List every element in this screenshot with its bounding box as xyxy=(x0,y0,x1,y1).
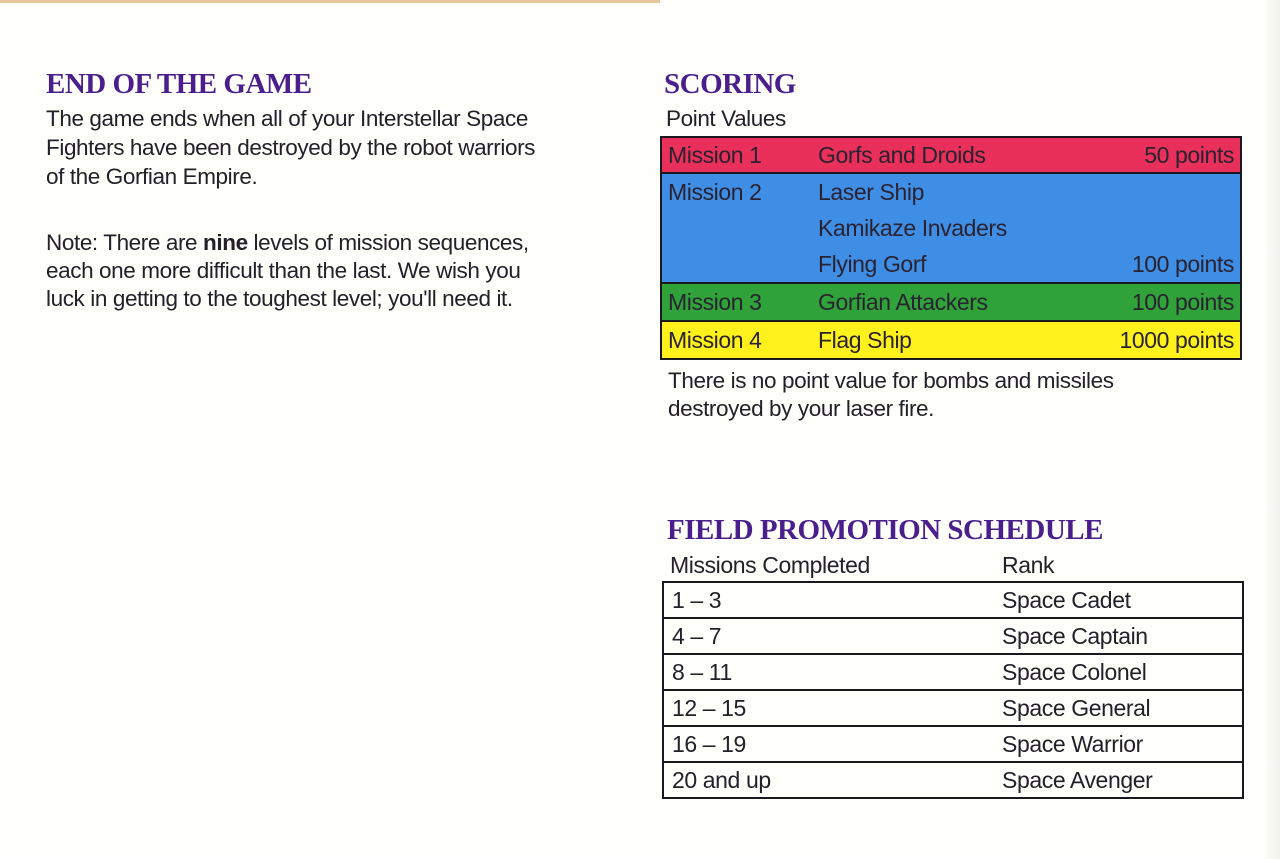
point-values-label: Point Values xyxy=(666,106,786,131)
scoring-row: Mission 1 Gorfs and Droids 50 points xyxy=(662,138,1240,172)
points-value: 100 points xyxy=(1131,289,1235,315)
rank-value: Space Captain xyxy=(1002,623,1148,649)
page-top-stripe xyxy=(0,0,660,3)
note-prefix: Note: There are xyxy=(46,230,204,255)
scoring-heading: SCORING xyxy=(664,68,796,100)
mission-label: Mission 1 xyxy=(668,142,762,168)
promotion-row: 20 and up Space Avenger xyxy=(664,761,1242,797)
promotion-row: 12 – 15 Space General xyxy=(664,689,1242,725)
points-value: 50 points xyxy=(1144,142,1234,168)
end-of-game-line-2: Fighters have been destroyed by the robo… xyxy=(46,135,536,160)
note-bold-word: nine xyxy=(203,230,248,255)
points-value: 1000 points xyxy=(1119,327,1234,353)
rank-value: Space General xyxy=(1002,695,1151,721)
rank-value: Space Avenger xyxy=(1002,767,1153,793)
target-label: Flying Gorf xyxy=(818,251,927,277)
target-label: Gorfs and Droids xyxy=(818,142,986,168)
scoring-row: Mission 4 Flag Ship 1000 points xyxy=(662,320,1240,358)
end-of-game-line-1: The game ends when all of your Interstel… xyxy=(46,106,528,131)
promotion-row: 16 – 19 Space Warrior xyxy=(664,725,1242,761)
scoring-line: Mission 3 Gorfian Attackers 100 points xyxy=(662,284,1240,320)
missions-completed-value: 12 – 15 xyxy=(672,695,746,721)
missions-completed-value: 8 – 11 xyxy=(672,659,732,685)
note-suffix: levels of mission sequences, xyxy=(247,230,530,255)
promotion-row: 4 – 7 Space Captain xyxy=(664,617,1242,653)
missions-completed-value: 16 – 19 xyxy=(672,731,746,757)
scoring-line: Mission 1 Gorfs and Droids 50 points xyxy=(662,138,1240,172)
missions-completed-value: 20 and up xyxy=(672,767,771,793)
end-of-game-line-3: of the Gorfian Empire. xyxy=(46,164,258,189)
rank-value: Space Cadet xyxy=(1002,587,1131,613)
points-value: 100 points xyxy=(1131,251,1235,277)
missions-completed-value: 1 – 3 xyxy=(672,587,722,613)
target-label: Gorfian Attackers xyxy=(818,289,988,315)
mission-label: Mission 2 xyxy=(668,179,762,205)
promotion-row: 1 – 3 Space Cadet xyxy=(664,583,1242,617)
promotion-table: 1 – 3 Space Cadet 4 – 7 Space Captain 8 – 11… xyxy=(662,581,1244,799)
end-of-game-heading: END OF THE GAME xyxy=(46,68,312,100)
promotion-col-missions: Missions Completed xyxy=(670,552,870,578)
scoring-footnote-line-2: destroyed by your laser fire. xyxy=(668,396,935,421)
target-label: Kamikaze Invaders xyxy=(818,215,1007,241)
note-line-2: each one more difficult than the last. W… xyxy=(46,258,521,283)
scoring-row: Mission 3 Gorfian Attackers 100 points xyxy=(662,282,1240,320)
rank-value: Space Colonel xyxy=(1002,659,1147,685)
scoring-line: Flying Gorf 100 points xyxy=(662,246,1240,282)
promotion-col-rank: Rank xyxy=(1002,552,1055,578)
mission-label: Mission 3 xyxy=(668,289,762,315)
mission-label: Mission 4 xyxy=(668,327,762,353)
scoring-line: Mission 4 Flag Ship 1000 points xyxy=(662,322,1240,358)
note-line-3: luck in getting to the toughest level; y… xyxy=(46,286,513,311)
target-label: Laser Ship xyxy=(818,179,924,205)
page-edge xyxy=(1266,0,1280,859)
rank-value: Space Warrior xyxy=(1002,731,1143,757)
promotion-heading: FIELD PROMOTION SCHEDULE xyxy=(667,514,1103,546)
scoring-line: Kamikaze Invaders xyxy=(662,210,1240,246)
scoring-row: Mission 2 Laser Ship Kamikaze Invaders Flyi… xyxy=(662,172,1240,282)
promotion-row: 8 – 11 Space Colonel xyxy=(664,653,1242,689)
missions-completed-value: 4 – 7 xyxy=(672,623,722,649)
scoring-line: Mission 2 Laser Ship xyxy=(662,174,1240,210)
scoring-footnote-line-1: There is no point value for bombs and mi… xyxy=(668,368,1114,393)
target-label: Flag Ship xyxy=(818,327,912,353)
scoring-table: Mission 1 Gorfs and Droids 50 points Missio… xyxy=(660,136,1242,360)
note-line-1: Note: There are nine levels of mission s… xyxy=(46,228,529,257)
